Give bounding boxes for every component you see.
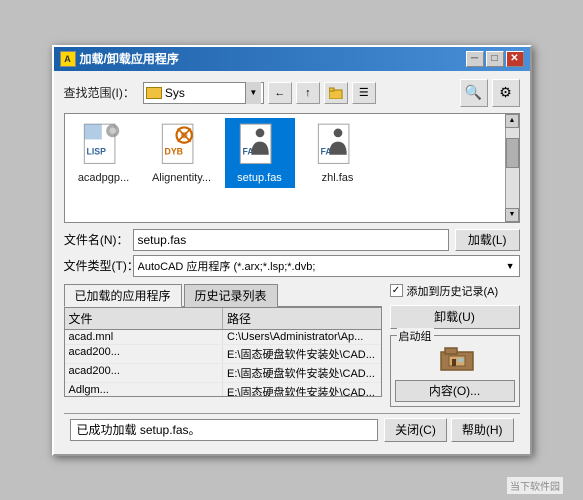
status-text: 已成功加载 setup.fas。 <box>70 419 379 441</box>
svg-text:LISP: LISP <box>86 146 106 156</box>
fas-setup-file-icon: FAS <box>236 122 284 170</box>
tab-loaded-apps[interactable]: 已加载的应用程序 <box>64 284 182 307</box>
file-item-dyb[interactable]: DYB Alignentity... <box>147 118 217 188</box>
table-cell-path: E:\固态硬盘软件安装处\CAD... <box>223 364 381 382</box>
filetype-value: AutoCAD 应用程序 (*.arx;*.lsp;*.dvb; <box>138 258 316 274</box>
file-name-lisp: acadpgp... <box>78 172 129 184</box>
load-button[interactable]: 加载(L) <box>455 229 520 251</box>
svg-text:DYB: DYB <box>164 146 182 156</box>
loaded-apps-table: 文件 路径 acad.mnlC:\Users\Administrator\Ap.… <box>64 307 382 397</box>
combo-dropdown-arrow[interactable]: ▼ <box>245 82 261 104</box>
title-bar-left: A 加载/卸载应用程序 <box>60 50 179 67</box>
search-icon-button[interactable]: 🔍 <box>460 79 488 107</box>
settings-icon-button[interactable]: ⚙ <box>492 79 520 107</box>
right-panel: ✓ 添加到历史记录(A) 卸载(U) 启动组 <box>390 283 520 407</box>
table-row[interactable]: acad200...E:\固态硬盘软件安装处\CAD... <box>65 364 381 383</box>
file-item-fas-zhl[interactable]: FAS zhl.fas <box>303 118 373 188</box>
table-row[interactable]: acad200...E:\固态硬盘软件安装处\CAD... <box>65 345 381 364</box>
filetype-combo[interactable]: AutoCAD 应用程序 (*.arx;*.lsp;*.dvb; ▼ <box>133 255 520 277</box>
table-cell-file: acad200... <box>65 364 224 382</box>
table-cell-path: E:\固态硬盘软件安装处\CAD... <box>223 383 381 397</box>
title-buttons: ─ □ ✕ <box>466 51 524 67</box>
col-path: 路径 <box>223 308 381 329</box>
startup-icon <box>439 344 471 372</box>
bottom-section: 已加载的应用程序 历史记录列表 文件 路径 acad.mnlC:\Users\A… <box>64 283 520 407</box>
minimize-button[interactable]: ─ <box>466 51 484 67</box>
main-window: A 加载/卸载应用程序 ─ □ ✕ 查找范围(I)： ▼ ← ↑ <box>52 45 532 456</box>
scroll-track[interactable] <box>506 128 519 208</box>
back-button[interactable]: ← <box>268 82 292 104</box>
window-title: 加载/卸载应用程序 <box>80 50 179 67</box>
search-label: 查找范围(I)： <box>64 84 135 101</box>
scroll-down-button[interactable]: ▼ <box>505 208 519 222</box>
folder-icon <box>146 87 162 99</box>
filename-input[interactable] <box>133 229 449 251</box>
table-header: 文件 路径 <box>65 308 381 330</box>
dialog-close-button[interactable]: 关闭(C) <box>384 418 447 442</box>
unload-button[interactable]: 卸载(U) <box>390 305 520 329</box>
status-bar: 已成功加载 setup.fas。 关闭(C) 帮助(H) <box>64 413 520 446</box>
filetype-dropdown-arrow[interactable]: ▼ <box>506 261 515 271</box>
title-bar: A 加载/卸载应用程序 ─ □ ✕ <box>54 47 530 71</box>
maximize-button[interactable]: □ <box>486 51 504 67</box>
filename-label: 文件名(N)： <box>64 231 129 248</box>
app-icon: A <box>60 51 76 67</box>
tabs: 已加载的应用程序 历史记录列表 <box>64 283 382 307</box>
content-button[interactable]: 内容(O)... <box>395 380 515 402</box>
table-cell-path: C:\Users\Administrator\Ap... <box>223 330 381 344</box>
table-body: acad.mnlC:\Users\Administrator\Ap...acad… <box>65 330 381 397</box>
scroll-up-button[interactable]: ▲ <box>505 114 519 128</box>
search-input[interactable] <box>165 86 245 100</box>
add-to-history-checkbox[interactable]: ✓ <box>390 284 403 297</box>
fas-zhl-file-icon: FAS <box>314 122 362 170</box>
file-browser: LISP acadpgp... DYB <box>64 113 520 223</box>
view-button[interactable]: ☰ <box>352 82 376 104</box>
search-row: 查找范围(I)： ▼ ← ↑ ☰ 🔍 ⚙ <box>64 79 520 107</box>
dyb-file-icon: DYB <box>158 122 206 170</box>
bottom-buttons: 关闭(C) 帮助(H) <box>384 418 513 442</box>
file-item-fas-setup[interactable]: FAS setup.fas <box>225 118 295 188</box>
tab-history[interactable]: 历史记录列表 <box>184 284 278 307</box>
file-name-dyb: Alignentity... <box>152 172 211 184</box>
help-button[interactable]: 帮助(H) <box>451 418 514 442</box>
table-cell-file: acad.mnl <box>65 330 224 344</box>
file-list: LISP acadpgp... DYB <box>65 114 505 222</box>
startup-group-label: 启动组 <box>397 328 434 344</box>
dialog-content: 查找范围(I)： ▼ ← ↑ ☰ 🔍 ⚙ <box>54 71 530 454</box>
file-browser-scrollbar[interactable]: ▲ ▼ <box>505 114 519 222</box>
file-name-fas-setup: setup.fas <box>237 172 282 184</box>
table-row[interactable]: acad.mnlC:\Users\Administrator\Ap... <box>65 330 381 345</box>
file-name-fas-zhl: zhl.fas <box>322 172 354 184</box>
startup-group: 启动组 内容(O)... <box>390 335 520 407</box>
filename-row: 文件名(N)： 加载(L) <box>64 229 520 251</box>
add-to-history-row: ✓ 添加到历史记录(A) <box>390 283 520 299</box>
table-row[interactable]: Adlgm...E:\固态硬盘软件安装处\CAD... <box>65 383 381 397</box>
lisp-file-icon: LISP <box>80 122 128 170</box>
add-to-history-label: 添加到历史记录(A) <box>407 283 499 299</box>
folder-button[interactable] <box>324 82 348 104</box>
search-combo[interactable]: ▼ <box>143 82 264 104</box>
col-file: 文件 <box>65 308 224 329</box>
up-button[interactable]: ↑ <box>296 82 320 104</box>
file-item-lisp[interactable]: LISP acadpgp... <box>69 118 139 188</box>
filetype-row: 文件类型(T)： AutoCAD 应用程序 (*.arx;*.lsp;*.dvb… <box>64 255 520 277</box>
close-button[interactable]: ✕ <box>506 51 524 67</box>
filetype-label: 文件类型(T)： <box>64 257 129 274</box>
watermark: 当下软件园 <box>507 477 563 494</box>
table-cell-path: E:\固态硬盘软件安装处\CAD... <box>223 345 381 363</box>
loaded-apps-panel: 已加载的应用程序 历史记录列表 文件 路径 acad.mnlC:\Users\A… <box>64 283 382 407</box>
scroll-thumb[interactable] <box>506 138 519 168</box>
table-cell-file: acad200... <box>65 345 224 363</box>
table-cell-file: Adlgm... <box>65 383 224 397</box>
